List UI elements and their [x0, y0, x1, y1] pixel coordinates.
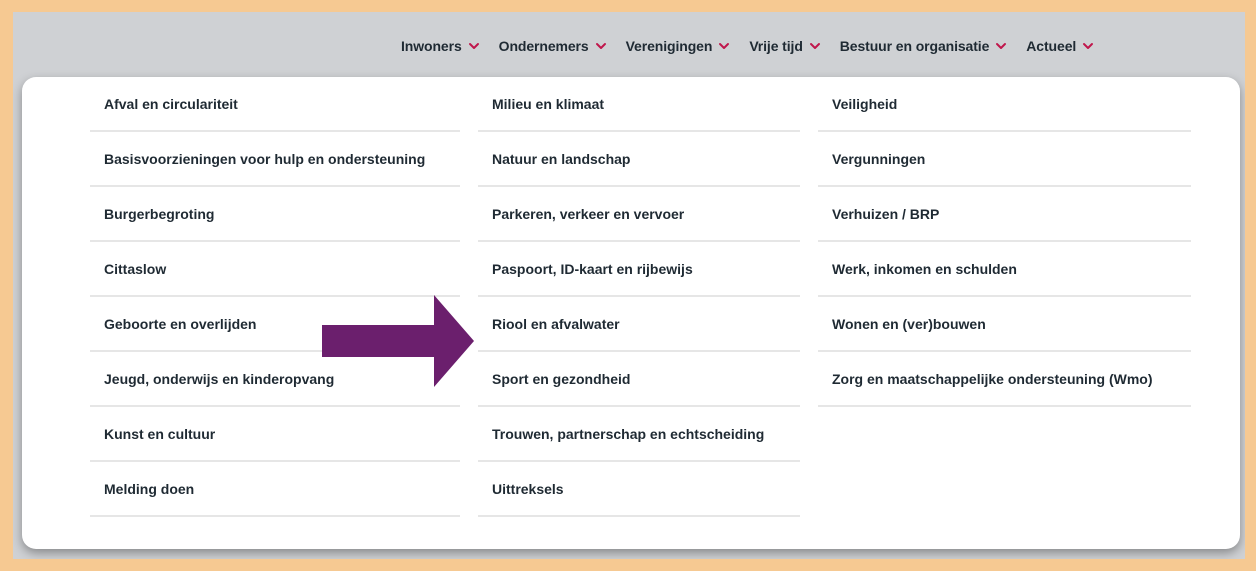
- arrow-right-icon: [322, 295, 474, 392]
- menu-link-verhuizen-brp[interactable]: Verhuizen / BRP: [818, 187, 1191, 242]
- menu-link-riool-en-afvalwater[interactable]: Riool en afvalwater: [478, 297, 800, 352]
- nav-label: Verenigingen: [625, 38, 713, 54]
- menu-link-kunst-en-cultuur[interactable]: Kunst en cultuur: [90, 407, 460, 462]
- menu-link-burgerbegroting[interactable]: Burgerbegroting: [90, 187, 460, 242]
- menu-link-natuur-en-landschap[interactable]: Natuur en landschap: [478, 132, 800, 187]
- nav-item-vrije-tijd[interactable]: Vrije tijd: [749, 38, 820, 54]
- nav-item-bestuur-en-organisatie[interactable]: Bestuur en organisatie: [840, 38, 1008, 54]
- menu-link-parkeren-verkeer-vervoer[interactable]: Parkeren, verkeer en vervoer: [478, 187, 800, 242]
- nav-label: Vrije tijd: [749, 38, 803, 54]
- menu-link-melding-doen[interactable]: Melding doen: [90, 462, 460, 517]
- menu-link-cittaslow[interactable]: Cittaslow: [90, 242, 460, 297]
- menu-link-basisvoorzieningen[interactable]: Basisvoorzieningen voor hulp en onderste…: [90, 132, 460, 187]
- menu-link-trouwen-partnerschap-echtscheiding[interactable]: Trouwen, partnerschap en echtscheiding: [478, 407, 800, 462]
- nav-item-actueel[interactable]: Actueel: [1026, 38, 1094, 54]
- menu-link-sport-en-gezondheid[interactable]: Sport en gezondheid: [478, 352, 800, 407]
- menu-link-wonen-en-verbouwen[interactable]: Wonen en (ver)bouwen: [818, 297, 1191, 352]
- menu-link-werk-inkomen-schulden[interactable]: Werk, inkomen en schulden: [818, 242, 1191, 297]
- mega-menu-panel: Afval en circulariteit Basisvoorzieninge…: [22, 77, 1240, 549]
- chevron-down-icon: [468, 40, 480, 52]
- menu-column-3: Veiligheid Vergunningen Verhuizen / BRP …: [818, 77, 1191, 407]
- menu-link-zorg-en-maatschappelijke-ondersteuning[interactable]: Zorg en maatschappelijke ondersteuning (…: [818, 352, 1191, 407]
- menu-link-vergunningen[interactable]: Vergunningen: [818, 132, 1191, 187]
- menu-link-uittreksels[interactable]: Uittreksels: [478, 462, 800, 517]
- menu-link-veiligheid[interactable]: Veiligheid: [818, 77, 1191, 132]
- nav-item-ondernemers[interactable]: Ondernemers: [499, 38, 607, 54]
- screenshot-frame: Inwoners Ondernemers Verenigingen Vrije …: [13, 12, 1245, 559]
- nav-label: Inwoners: [401, 38, 462, 54]
- menu-link-paspoort-id-kaart-rijbewijs[interactable]: Paspoort, ID-kaart en rijbewijs: [478, 242, 800, 297]
- menu-link-afval-en-circulariteit[interactable]: Afval en circulariteit: [90, 77, 460, 132]
- nav-item-inwoners[interactable]: Inwoners: [401, 38, 480, 54]
- nav-item-verenigingen[interactable]: Verenigingen: [626, 38, 731, 54]
- menu-link-milieu-en-klimaat[interactable]: Milieu en klimaat: [478, 77, 800, 132]
- main-navigation: Inwoners Ondernemers Verenigingen Vrije …: [401, 34, 1113, 58]
- menu-column-2: Milieu en klimaat Natuur en landschap Pa…: [478, 77, 800, 517]
- chevron-down-icon: [595, 40, 607, 52]
- nav-label: Actueel: [1026, 38, 1077, 54]
- nav-label: Ondernemers: [498, 38, 589, 54]
- nav-label: Bestuur en organisatie: [839, 38, 990, 54]
- chevron-down-icon: [1082, 40, 1094, 52]
- chevron-down-icon: [809, 40, 821, 52]
- chevron-down-icon: [718, 40, 730, 52]
- chevron-down-icon: [995, 40, 1007, 52]
